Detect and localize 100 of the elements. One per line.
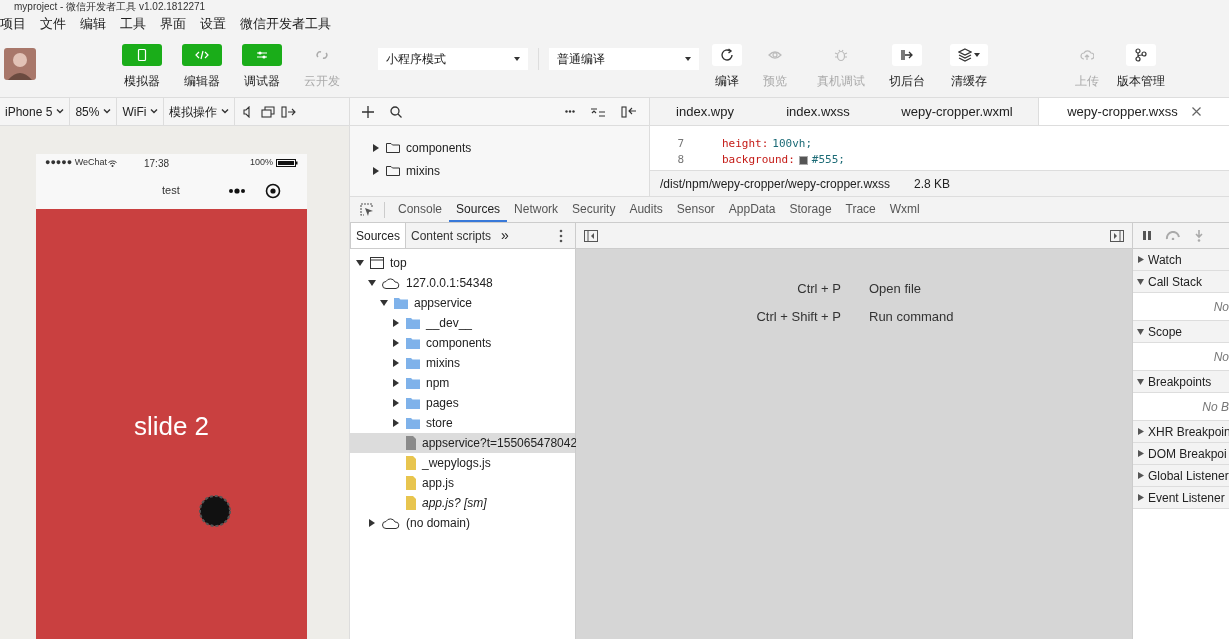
collapse-arrow-icon[interactable] <box>1137 328 1144 335</box>
slide-text: slide 2 <box>133 410 210 443</box>
more-icon[interactable] <box>565 110 575 113</box>
navigator-tab[interactable]: Content scripts <box>406 223 497 248</box>
source-tree-item[interactable]: appservice <box>414 294 473 312</box>
avatar-icon[interactable] <box>4 47 36 80</box>
sidebar-toggle-icon[interactable] <box>1110 229 1124 242</box>
dropdown-arrow-icon <box>685 56 691 61</box>
editor-tab[interactable]: wepy-cropper.wxml <box>876 98 1038 125</box>
source-tree-item[interactable]: components <box>426 334 492 352</box>
windows-icon[interactable] <box>261 105 276 118</box>
menu-item[interactable]: 工具 <box>120 14 146 34</box>
menu-item[interactable]: 微信开发者工具 <box>240 14 331 34</box>
menu-item[interactable]: 编辑 <box>80 14 106 34</box>
device-select[interactable]: 85% <box>70 98 118 125</box>
editor-tab[interactable]: index.wxss <box>760 98 876 125</box>
source-tree-item[interactable]: app.js? [sm] <box>422 494 487 512</box>
hide-panel-icon[interactable] <box>621 105 637 118</box>
file-tree-item[interactable]: mixins <box>406 161 440 180</box>
page-title: test <box>162 183 180 199</box>
collapse-arrow-icon[interactable] <box>380 299 388 307</box>
devtools-tab[interactable]: Audits <box>622 197 670 222</box>
mode-select[interactable]: 小程序模式 <box>378 47 528 70</box>
source-tree-item[interactable]: (no domain) <box>406 514 471 532</box>
shortcut-keys: Ctrl + P <box>576 279 841 299</box>
collapse-arrow-icon[interactable] <box>1137 278 1144 285</box>
refresh-icon <box>720 47 734 62</box>
source-tree-item[interactable]: pages <box>426 394 459 412</box>
toolbar-button[interactable]: 切后台 <box>883 43 931 90</box>
search-icon[interactable] <box>390 105 402 118</box>
expand-arrow-icon[interactable] <box>1137 472 1144 479</box>
caret-icon <box>221 109 230 114</box>
collapse-all-icon[interactable] <box>591 106 605 117</box>
expand-arrow-icon[interactable] <box>1137 450 1144 457</box>
compile-select[interactable]: 普通编译 <box>549 47 699 70</box>
folder-icon <box>394 297 408 309</box>
source-tree-item[interactable]: _wepylogs.js <box>422 454 491 472</box>
source-tree-item[interactable]: store <box>426 414 453 432</box>
expand-arrow-icon[interactable] <box>1137 256 1144 263</box>
expand-arrow-icon[interactable] <box>372 143 380 152</box>
more-icon[interactable] <box>227 187 246 194</box>
script-file-icon <box>406 496 416 510</box>
menu-item[interactable]: 界面 <box>160 14 186 34</box>
collapse-arrow-icon[interactable] <box>1137 378 1144 385</box>
source-tree-item[interactable]: top <box>390 254 407 272</box>
inspect-icon[interactable] <box>360 202 374 217</box>
close-target-icon[interactable] <box>264 182 281 199</box>
source-tree-item[interactable]: __dev__ <box>426 314 473 332</box>
detach-icon[interactable] <box>281 105 298 118</box>
menu-item[interactable]: 设置 <box>200 14 226 34</box>
expand-arrow-icon[interactable] <box>368 519 376 527</box>
source-tree-item[interactable]: 127.0.0.1:54348 <box>406 274 493 292</box>
expand-arrow-icon[interactable] <box>392 379 400 387</box>
editor-tab[interactable]: wepy-cropper.wxss <box>1038 98 1229 125</box>
wifi-icon <box>108 159 118 167</box>
devtools-tab[interactable]: Storage <box>782 197 839 222</box>
expand-arrow-icon[interactable] <box>392 399 400 407</box>
menu-item[interactable]: 文件 <box>40 14 66 34</box>
kebab-menu-icon[interactable] <box>559 228 563 243</box>
toolbar-button[interactable]: 编译 <box>703 43 751 90</box>
devtools-tab[interactable]: Console <box>391 197 450 222</box>
devtools-tab[interactable]: Wxml <box>882 197 927 222</box>
add-icon[interactable] <box>362 105 374 118</box>
devtools-tab[interactable]: Sensor <box>669 197 722 222</box>
expand-arrow-icon[interactable] <box>392 419 400 427</box>
expand-arrow-icon[interactable] <box>392 359 400 367</box>
devtools-tab[interactable]: Security <box>565 197 623 222</box>
shortcut-action: Run command <box>869 308 954 327</box>
devtools-tab[interactable]: AppData <box>721 197 783 222</box>
view-toggle-button[interactable]: 编辑器 <box>172 43 232 90</box>
source-tree-item[interactable]: app.js <box>422 474 455 492</box>
expand-arrow-icon[interactable] <box>392 319 400 327</box>
devtools-tab[interactable]: Trace <box>838 197 883 222</box>
menu-item[interactable]: 项目 <box>0 14 26 34</box>
expand-arrow-icon[interactable] <box>372 166 380 175</box>
toolbar-button[interactable]: 清缓存 <box>945 43 993 90</box>
navigator-tab[interactable]: Sources <box>350 223 407 248</box>
device-select[interactable]: 模拟操作 <box>164 98 236 125</box>
source-tree-item[interactable]: appservice?t=155065478042 <box>422 434 578 452</box>
view-toggle-button[interactable]: 调试器 <box>232 43 292 90</box>
folder-icon <box>406 317 420 329</box>
more-tabs-button[interactable]: » <box>496 225 514 246</box>
expand-arrow-icon[interactable] <box>392 339 400 347</box>
sidebar-toggle-icon[interactable] <box>584 229 598 242</box>
battery-percent: 100% <box>249 156 273 170</box>
expand-arrow-icon[interactable] <box>1137 494 1144 501</box>
source-tree-item[interactable]: npm <box>426 374 450 392</box>
devtools-tab[interactable]: Network <box>507 197 566 222</box>
device-select[interactable]: WiFi <box>117 98 165 125</box>
source-tree-item[interactable]: mixins <box>426 354 460 372</box>
expand-arrow-icon[interactable] <box>1137 428 1144 435</box>
device-select[interactable]: iPhone 5 <box>0 98 71 125</box>
file-tree-item[interactable]: components <box>406 138 472 157</box>
collapse-arrow-icon[interactable] <box>356 259 364 267</box>
editor-tab[interactable]: index.wpy <box>650 98 760 125</box>
close-icon[interactable] <box>1191 107 1201 116</box>
view-toggle-button[interactable]: 模拟器 <box>112 43 172 90</box>
toolbar-button[interactable]: 版本管理 <box>1117 43 1165 90</box>
collapse-arrow-icon[interactable] <box>368 279 376 287</box>
pause-icon[interactable] <box>1143 231 1151 240</box>
